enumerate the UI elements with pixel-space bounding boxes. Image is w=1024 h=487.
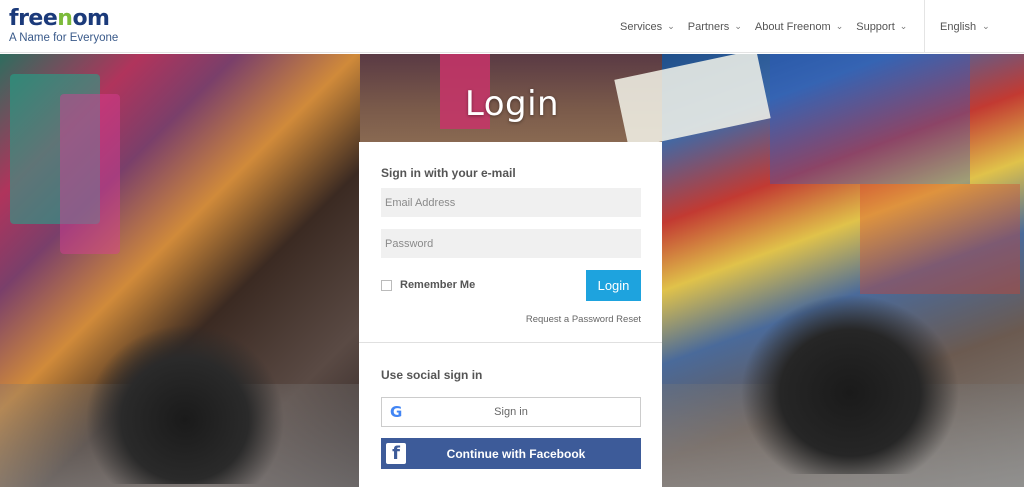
- site-header: freenom A Name for Everyone Services ⌄ Pa…: [0, 0, 1024, 53]
- motorcycle: [740, 294, 960, 474]
- nav-services-label: Services: [620, 20, 663, 33]
- chevron-down-icon: ⌄: [899, 21, 908, 31]
- motorcycle: [85, 324, 285, 484]
- google-sign-in-button[interactable]: G Sign in: [381, 397, 641, 427]
- chevron-down-icon: ⌄: [982, 21, 990, 31]
- remember-me-label: Remember Me: [400, 279, 476, 291]
- logo-wordmark: freenom: [9, 6, 110, 31]
- password-input[interactable]: [381, 229, 641, 258]
- remember-me-checkbox[interactable]: [381, 279, 392, 291]
- language-selector[interactable]: English ⌄: [924, 0, 1024, 53]
- nav-support-label: Support: [856, 20, 895, 33]
- page-title: Login: [464, 84, 560, 124]
- email-login-section: Sign in with your e-mail Remember Me Log…: [359, 142, 662, 342]
- nav-support[interactable]: Support ⌄: [856, 21, 907, 33]
- login-button[interactable]: Login: [586, 270, 641, 301]
- email-section-title: Sign in with your e-mail: [381, 166, 516, 180]
- chevron-down-icon: ⌄: [667, 21, 675, 31]
- facebook-button-label: Continue with Facebook: [446, 446, 586, 461]
- facebook-sign-in-button[interactable]: f Continue with Facebook: [381, 438, 641, 469]
- nav-about-label: About Freenom: [754, 20, 831, 33]
- google-g-icon: G: [390, 403, 403, 421]
- remember-me[interactable]: Remember Me: [381, 279, 475, 291]
- nav-about-freenom[interactable]: About Freenom ⌄: [755, 21, 843, 33]
- facebook-f-icon: f: [386, 443, 406, 464]
- logo-tagline: A Name for Everyone: [9, 32, 119, 44]
- login-card: Sign in with your e-mail Remember Me Log…: [359, 142, 662, 487]
- chevron-down-icon: ⌄: [734, 21, 742, 31]
- clothing-stall: [860, 184, 1020, 294]
- nav-services[interactable]: Services ⌄: [620, 21, 675, 33]
- main-nav: Services ⌄ Partners ⌄ About Freenom ⌄ Suppo…: [620, 0, 920, 53]
- password-reset-link[interactable]: Request a Password Reset: [526, 314, 641, 325]
- email-input[interactable]: [381, 188, 641, 217]
- nav-partners-label: Partners: [687, 20, 730, 33]
- social-section-title: Use social sign in: [381, 368, 483, 382]
- divider: [359, 342, 662, 343]
- google-button-label: Sign in: [494, 406, 528, 418]
- nav-partners[interactable]: Partners ⌄: [688, 21, 742, 33]
- freenom-logo[interactable]: freenom A Name for Everyone: [9, 6, 119, 45]
- chevron-down-icon: ⌄: [835, 21, 844, 31]
- language-label: English: [940, 20, 977, 33]
